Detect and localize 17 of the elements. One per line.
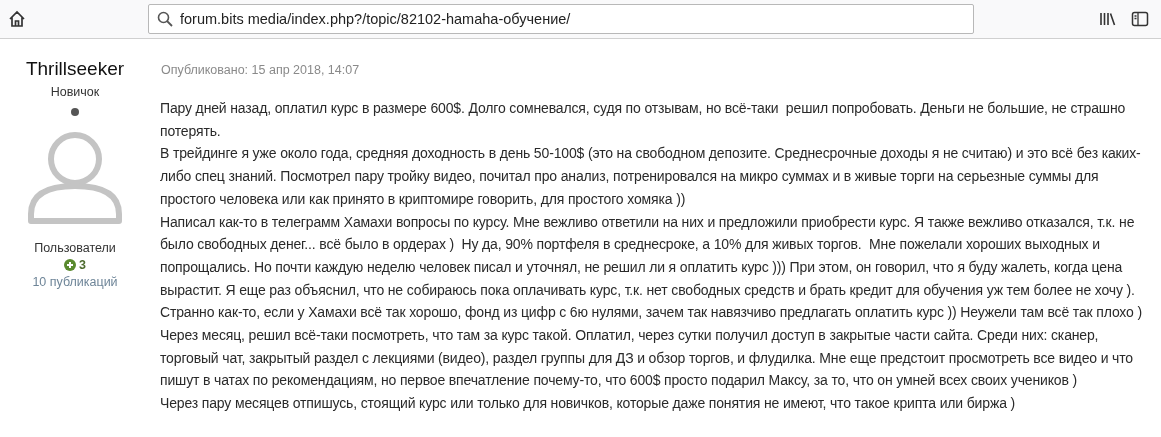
- post-paragraph: Написал как-то в телеграмм Хамахи вопросы по курсу. Мне вежливо ответили на них и предложили приобрести курс. Я также вежливо отказался, т.к. не было свободных денег... всё было в ордерах ) Ну да, 90% портфеля в среднесроке, а 10% для живых торгов. Мне пожелали хороших выходных и попрощались. Но почти каждую неделю человек писал и уточнял, не решил ли я оплатить курс ))) При этом, он говорил, что я буду жалеть, когда цена вырастит. Я еще раз объяснил, что не собираюсь пока оплачивать курс, т.к. нет свободных средств и брать кредит для обучения уж тем более не хочу ). Странно как-то, если у Хамахи всё так хорошо, фонд из цифр с 6ю нулями, зачем так навязчиво предлагать оплатить курс )) Неужели там всё так плохо ) Через месяц, решил всё-таки посмотреть, что там за курс такой. Оплатил, через сутки получил доступ в закрытые части сайта. Среди них: сканер, торговый чат, закрытый раздел с лекциями (видео), раздел группы для ДЗ и обзор торгов, и флудилка. Мне еще предстоит просмотреть все видео и что пишут в чатах по рекомендациям, но первое впечатление почему-то, что 600$ просто подарил Максу, за то, что он умней всех своих учеников ): [160, 212, 1143, 391]
- post-date: Опубликовано: 15 апр 2018, 14:07: [161, 63, 361, 77]
- user-group: Пользователи: [34, 241, 116, 255]
- post-paragraph: Через пару месяцев отпишусь, стоящий курс или только для новичков, которые даже понятия не имеют, что такое крипта или биржа ): [160, 394, 1017, 414]
- reputation-count: 3: [79, 258, 86, 272]
- plus-icon: [64, 259, 76, 271]
- author-name[interactable]: Thrillseeker: [25, 58, 125, 80]
- post-paragraph: Пару дней назад, оплатил курс в размере 600$. Долго сомневался, судя по отзывам, но всё-таки решил попробовать. Деньги не большие, не страшно потерять.: [160, 99, 1127, 141]
- post-paragraph: В трейдинге я уже около года, средняя доходность в день 50-100$ (это на свободном депозите. Среднесрочные доходы я не считаю) и это всё без каких-либо спец знаний. Посмотрел пару тройку видео, почитал про анализ, потренировался на микро суммах и в живые торги на серьезные суммы для простого человека или как принято в криптомире говорить, для простого хомяка )): [160, 144, 1142, 209]
- home-icon[interactable]: [8, 10, 26, 28]
- address-bar[interactable]: forum.bits media/index.php?/topic/82102-hamaha-обучение/: [148, 4, 974, 34]
- author-rank: Новичок: [50, 85, 100, 99]
- search-icon: [157, 11, 173, 27]
- status-dot: [71, 108, 79, 116]
- sidebar-icon[interactable]: [1131, 11, 1149, 27]
- post-count[interactable]: 10 публикаций: [32, 275, 118, 289]
- library-icon[interactable]: [1099, 11, 1117, 27]
